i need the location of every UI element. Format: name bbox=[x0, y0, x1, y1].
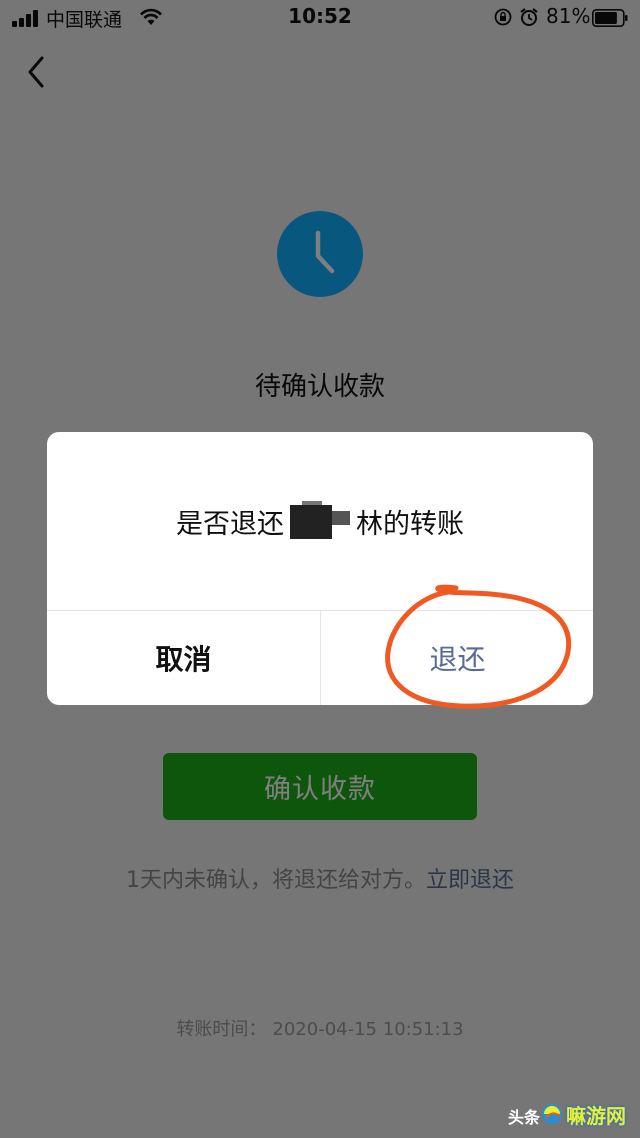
watermark-right: 嘛游网 bbox=[566, 1104, 626, 1128]
globe-logo-icon bbox=[542, 1104, 562, 1124]
watermark-left: 头条 bbox=[508, 1108, 541, 1127]
watermark: 头条 嘛游网 bbox=[504, 1098, 634, 1130]
dialog-message-prefix: 是否退还 bbox=[176, 508, 284, 540]
return-button[interactable]: 退还 bbox=[321, 611, 593, 705]
cancel-button[interactable]: 取消 bbox=[47, 611, 320, 705]
dialog-message: 是否退还 林的转账 bbox=[47, 432, 593, 610]
redacted-name bbox=[286, 501, 354, 541]
dialog-message-suffix: 林的转账 bbox=[356, 508, 464, 540]
return-confirmation-dialog: 是否退还 林的转账 取消 退还 bbox=[47, 432, 593, 705]
